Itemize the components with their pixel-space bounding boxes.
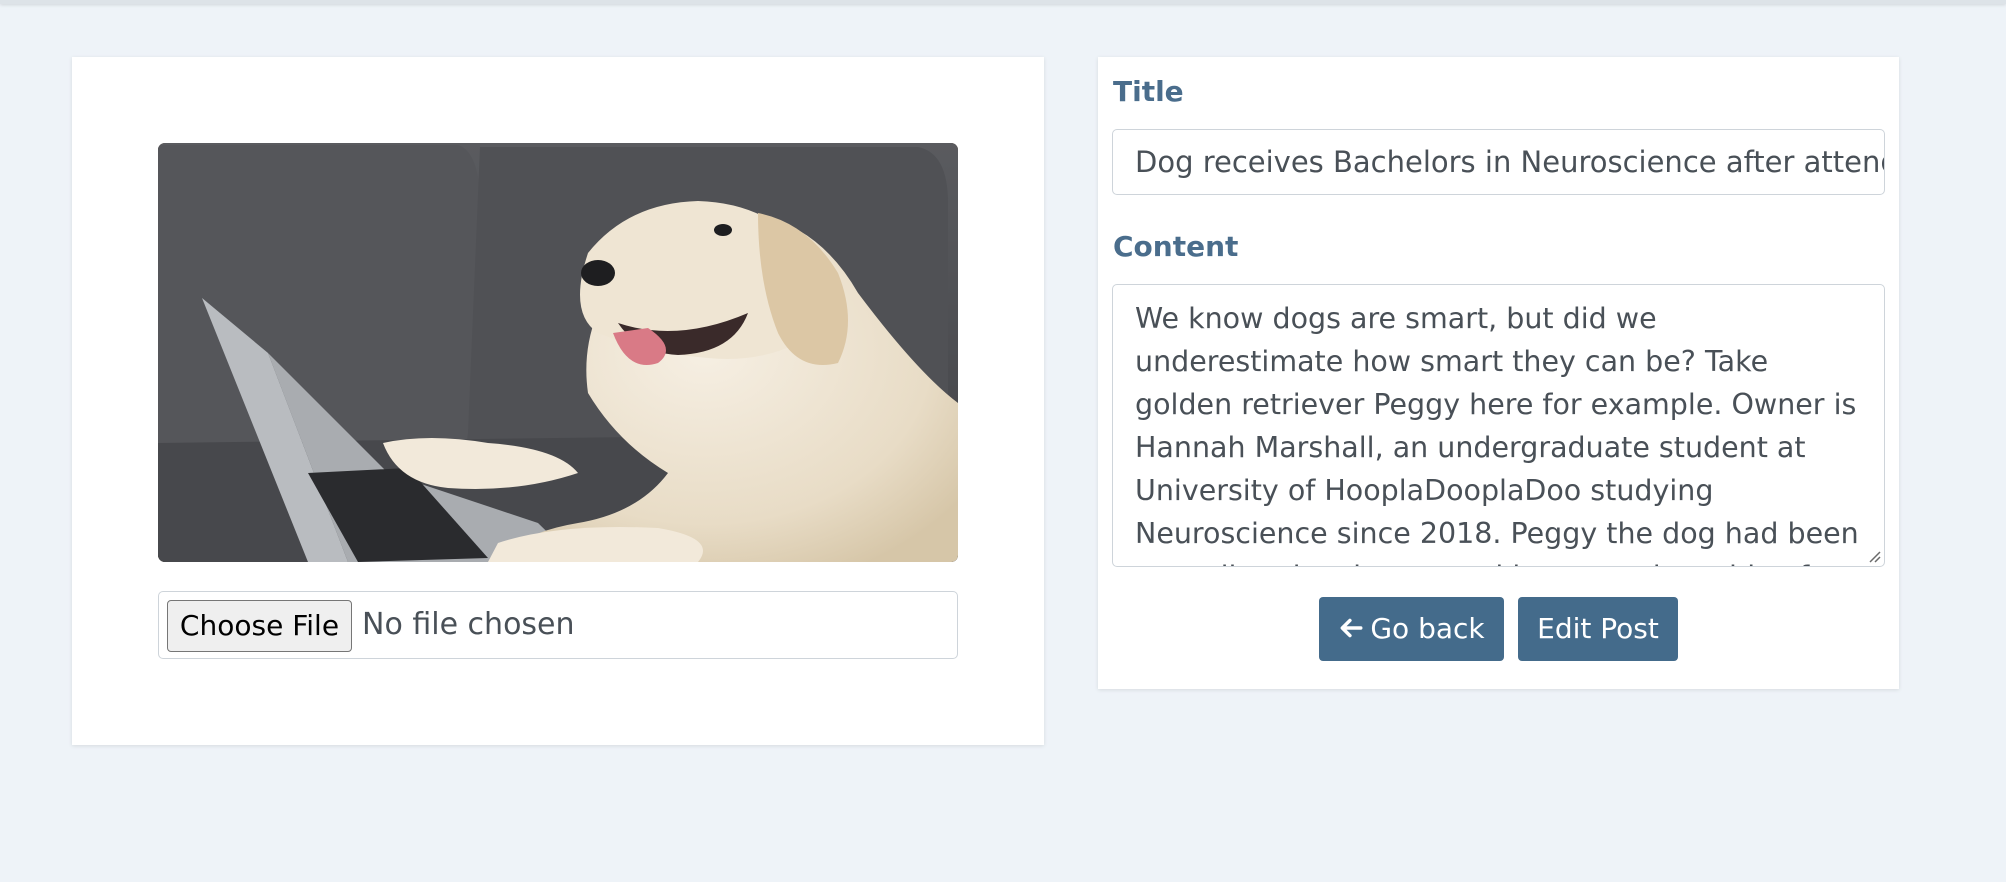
arrow-left-icon: [1340, 618, 1363, 638]
choose-file-button[interactable]: Choose File: [167, 600, 352, 652]
post-image: [158, 143, 958, 562]
go-back-label: Go back: [1370, 612, 1485, 645]
dog-with-laptop-image: [158, 143, 958, 562]
top-navbar-edge: [0, 0, 2006, 4]
image-file-input[interactable]: Choose File No file chosen: [158, 591, 958, 659]
image-card: Choose File No file chosen: [72, 57, 1044, 745]
content-label: Content: [1113, 230, 1239, 263]
title-label: Title: [1113, 75, 1184, 108]
content-textarea[interactable]: We know dogs are smart, but did we under…: [1112, 284, 1885, 567]
content-text: We know dogs are smart, but did we under…: [1135, 302, 1859, 566]
go-back-button[interactable]: Go back: [1319, 597, 1504, 661]
title-input[interactable]: Dog receives Bachelors in Neuroscience a…: [1112, 129, 1885, 195]
edit-post-button[interactable]: Edit Post: [1518, 597, 1678, 661]
edit-form-card: Title Dog receives Bachelors in Neurosci…: [1098, 57, 1899, 689]
file-status-text: No file chosen: [362, 607, 575, 642]
resize-handle-icon[interactable]: [1867, 549, 1881, 563]
